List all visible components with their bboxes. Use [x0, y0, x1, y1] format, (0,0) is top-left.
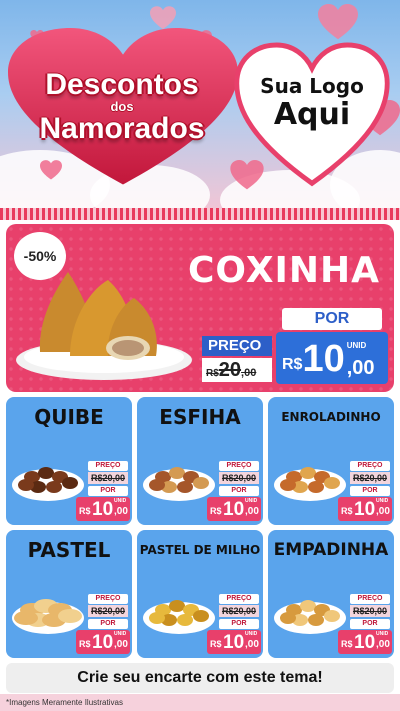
new-price-currency: R$ [79, 506, 91, 516]
new-price: R$ 10 UNID ,00 [207, 497, 261, 521]
new-price: R$ 10 UNID ,00 [276, 332, 388, 384]
heart-icon [318, 4, 358, 40]
product-card[interactable]: PASTEL DE MILHO PREÇO R$20,00 POR R$ 10 UNID ,0… [137, 530, 263, 658]
new-price-currency: R$ [210, 639, 222, 649]
por-label: POR [350, 486, 390, 496]
product-card[interactable]: QUIBE PREÇO R$20,00 POR R$ 10 UNID ,00 [6, 397, 132, 525]
new-price-dec: ,00 [114, 639, 128, 650]
preco-label: PREÇO [350, 594, 390, 604]
cta-bar[interactable]: Crie seu encarte com este tema! [6, 663, 394, 693]
featured-product-card[interactable]: -50% COXINHA PREÇO R$20,00 POR R$ 10 UNI… [6, 224, 394, 392]
product-card[interactable]: PASTEL PREÇO R$20,00 POR R$ 10 UNID ,00 [6, 530, 132, 658]
product-card[interactable]: ESFIHA PREÇO R$20,00 POR R$ 10 UNID ,00 [137, 397, 263, 525]
new-price-currency: R$ [341, 639, 353, 649]
new-price-dec: ,00 [245, 506, 259, 517]
new-price-unid: UNID [114, 498, 127, 504]
new-price-unid: UNID [245, 498, 258, 504]
product-card[interactable]: ENROLADINHO PREÇO R$20,00 POR R$ 10 UNID ,00 [268, 397, 394, 525]
preco-label: PREÇO [219, 461, 259, 471]
preco-label: PREÇO [88, 594, 128, 604]
new-price-dec: ,00 [245, 639, 259, 650]
old-price-int: 20 [218, 359, 242, 381]
new-price-unid: UNID [346, 341, 367, 350]
title-line-1: Descontos [45, 68, 199, 101]
disclaimer: *Imagens Meramente Ilustrativas [6, 698, 123, 707]
food-image [143, 467, 215, 501]
divider-stripe [0, 208, 400, 220]
por-label: POR [219, 619, 259, 629]
new-price-int: 10 [92, 632, 114, 653]
new-price: R$ 10 UNID ,00 [76, 497, 130, 521]
food-image [274, 467, 346, 501]
food-image [12, 467, 84, 501]
featured-product-name: COXINHA [187, 250, 380, 291]
new-price-currency: R$ [79, 639, 91, 649]
new-price-currency: R$ [282, 356, 303, 373]
old-price: R$20,00 [219, 472, 259, 484]
preco-label: PREÇO [219, 594, 259, 604]
por-label: POR [88, 486, 128, 496]
food-image [143, 600, 215, 634]
old-price: R$20,00 [219, 605, 259, 617]
new-price-int: 10 [223, 499, 245, 520]
logo-placeholder: Sua Logo Aqui [246, 74, 378, 132]
food-image [12, 599, 84, 634]
por-label: POR [282, 308, 382, 330]
new-price-dec: ,00 [114, 506, 128, 517]
new-price-dec: ,00 [346, 357, 375, 379]
new-price: R$ 10 UNID ,00 [338, 630, 392, 654]
preco-label: PREÇO [350, 461, 390, 471]
old-price: R$20,00 [88, 605, 128, 617]
new-price-int: 10 [354, 632, 376, 653]
new-price-dec: ,00 [376, 506, 390, 517]
title-line-3: Namorados [39, 112, 205, 145]
product-name: ENROLADINHO [281, 410, 381, 424]
por-label: POR [219, 486, 259, 496]
old-price-dec: ,00 [241, 367, 257, 379]
new-price-unid: UNID [376, 498, 389, 504]
new-price-unid: UNID [245, 631, 258, 637]
new-price-int: 10 [354, 499, 376, 520]
heart-icon [150, 6, 176, 30]
new-price-dec: ,00 [376, 639, 390, 650]
new-price: R$ 10 UNID ,00 [338, 497, 392, 521]
logo-line-2: Aqui [273, 97, 351, 132]
new-price-unid: UNID [376, 631, 389, 637]
new-price-int: 10 [223, 632, 245, 653]
new-price-unid: UNID [114, 631, 127, 637]
preco-label: PREÇO [202, 336, 272, 356]
product-name: QUIBE [34, 405, 104, 429]
product-name: EMPADINHA [273, 540, 389, 560]
old-price: R$20,00 [202, 358, 272, 382]
new-price-int: 10 [92, 499, 114, 520]
product-name: PASTEL [27, 538, 111, 562]
new-price-int: 10 [302, 338, 345, 380]
header-banner: Descontos dos Namorados Sua Logo Aqui [0, 0, 400, 208]
por-label: POR [88, 619, 128, 629]
old-price-currency: R$ [206, 368, 219, 379]
new-price-currency: R$ [210, 506, 222, 516]
old-price: R$20,00 [350, 472, 390, 484]
promo-title: Descontos dos Namorados [22, 70, 222, 144]
product-card[interactable]: EMPADINHA PREÇO R$20,00 POR R$ 10 UNID ,00 [268, 530, 394, 658]
por-label: POR [350, 619, 390, 629]
product-name: PASTEL DE MILHO [139, 543, 261, 557]
old-price: R$20,00 [88, 472, 128, 484]
old-price: R$20,00 [350, 605, 390, 617]
logo-line-1: Sua Logo [260, 74, 364, 98]
new-price-currency: R$ [341, 506, 353, 516]
new-price: R$ 10 UNID ,00 [76, 630, 130, 654]
product-name: ESFIHA [159, 405, 241, 429]
preco-label: PREÇO [88, 461, 128, 471]
new-price: R$ 10 UNID ,00 [207, 630, 261, 654]
coxinha-image [16, 272, 192, 380]
food-image [274, 600, 346, 634]
